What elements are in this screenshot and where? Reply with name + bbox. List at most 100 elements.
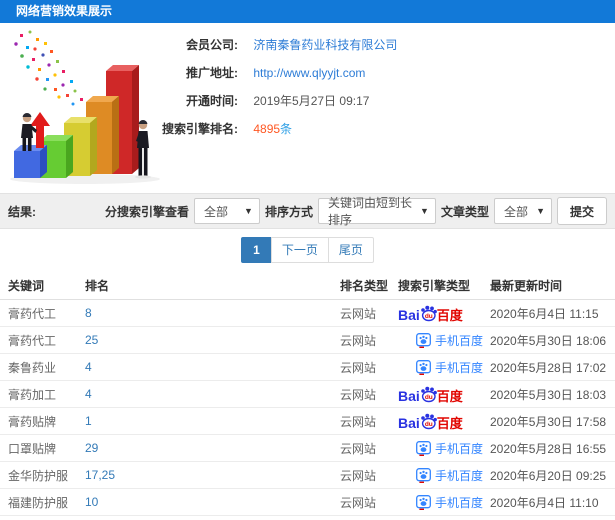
chevron-down-icon: ▼ <box>244 206 253 216</box>
baidu-pc-logo: Bai du 百度 <box>398 413 463 431</box>
sort-filter-select[interactable]: 关键词由短到长排序 ▼ <box>317 196 436 227</box>
member-info: 会员公司: 济南秦鲁药业科技有限公司 推广地址: http://www.qlyy… <box>118 31 397 143</box>
table-row: 福建防护服 10 云网站 Bai du 百度 手机百度 <box>0 489 615 516</box>
page-1-button[interactable]: 1 <box>241 237 272 263</box>
engine-cell: Bai du 百度 手机百度 <box>398 386 490 403</box>
mobile-baidu-icon <box>416 494 431 510</box>
rank-link[interactable]: 29 <box>85 441 98 455</box>
mobile-baidu-icon <box>416 467 431 483</box>
article-type-label: 文章类型 <box>440 204 489 219</box>
result-label: 结果: <box>8 204 36 219</box>
engine-filter-select[interactable]: 全部 ▼ <box>193 198 260 224</box>
rank-type-cell: 云网站 <box>340 333 377 348</box>
info-row-open-time: 开通时间: 2019年5月27日 09:17 <box>118 87 397 115</box>
engine-cell: Bai du 百度 手机百度 <box>398 467 490 484</box>
mobile-baidu-icon <box>416 359 431 375</box>
confetti-dots <box>14 30 83 106</box>
company-label: 会员公司: <box>186 38 238 52</box>
engine-cell: Bai du 百度 手机百度 <box>398 494 490 511</box>
col-keyword: 关键词 <box>8 279 45 293</box>
engine-cell: Bai du 百度 手机百度 <box>398 305 490 322</box>
article-type-value: 全部 <box>503 204 528 219</box>
open-time-label: 开通时间: <box>186 94 238 108</box>
open-time-value: 2019年5月27日 09:17 <box>253 94 370 108</box>
baidu-pc-logo: Bai du 百度 <box>398 386 463 404</box>
table-row: 口罩贴牌 29 云网站 Bai du 百度 手机百度 <box>0 435 615 462</box>
baidu-mobile-logo: 手机百度 <box>416 359 483 376</box>
updated-time-cell: 2020年5月30日 18:06 <box>490 333 607 348</box>
chevron-down-icon: ▼ <box>420 206 429 216</box>
baidu-pc-logo: Bai du 百度 <box>398 305 463 323</box>
updated-time-cell: 2020年5月28日 16:55 <box>490 441 607 456</box>
table-row: 金华防护服 17,25 云网站 Bai du 百度 手机百度 <box>0 462 615 489</box>
page-title: 网络营销效果展示 <box>16 4 113 18</box>
last-page-button[interactable]: 尾页 <box>327 237 374 263</box>
rank-type-cell: 云网站 <box>340 387 377 402</box>
baidu-paw-icon: du <box>420 305 437 321</box>
rank-link[interactable]: 17,25 <box>85 468 115 482</box>
rank-type-cell: 云网站 <box>340 441 377 456</box>
keyword-cell: 秦鲁药业 <box>8 360 57 375</box>
mobile-baidu-icon <box>416 440 431 456</box>
keyword-cell: 金华防护服 <box>8 468 69 483</box>
updated-time-cell: 2020年6月20日 09:25 <box>490 468 607 483</box>
baidu-paw-icon: du <box>420 413 437 429</box>
updated-time-cell: 2020年6月4日 11:10 <box>490 495 599 510</box>
info-row-url: 推广地址: http://www.qlyyjt.com <box>118 59 397 87</box>
keyword-cell: 口罩贴牌 <box>8 441 57 456</box>
table-row: 膏药代工 8 云网站 Bai du 百度 手机百度 <box>0 300 615 327</box>
sort-filter-label: 排序方式 <box>264 204 313 219</box>
info-row-company: 会员公司: 济南秦鲁药业科技有限公司 <box>118 31 397 59</box>
engine-filter-value: 全部 <box>203 204 228 219</box>
pagination: 1 下一页 尾页 <box>0 237 615 263</box>
engine-filter-label: 分搜索引擎查看 <box>104 204 189 219</box>
updated-time-cell: 2020年5月30日 18:03 <box>490 387 607 402</box>
rank-type-cell: 云网站 <box>340 306 377 321</box>
promo-url-link[interactable]: http://www.qlyyjt.com <box>253 66 365 80</box>
table-row: 膏药加工 4 云网站 Bai du 百度 手机百度 <box>0 381 615 408</box>
engine-cell: Bai du 百度 手机百度 <box>398 359 490 376</box>
col-rank-type: 排名类型 <box>340 279 389 293</box>
baidu-mobile-logo: 手机百度 <box>416 467 483 484</box>
rank-link[interactable]: 8 <box>85 306 92 320</box>
next-page-button[interactable]: 下一页 <box>270 237 329 263</box>
rank-link[interactable]: 25 <box>85 333 98 347</box>
rank-type-cell: 云网站 <box>340 495 377 510</box>
baidu-paw-icon: du <box>420 386 437 402</box>
svg-text:du: du <box>425 313 433 320</box>
rank-type-cell: 云网站 <box>340 360 377 375</box>
rank-count-suffix: 条 <box>280 122 293 136</box>
rank-link[interactable]: 4 <box>85 360 92 374</box>
rank-link[interactable]: 4 <box>85 387 92 401</box>
filter-bar: 结果: 分搜索引擎查看 全部 ▼ 排序方式 关键词由短到长排序 ▼ 文章类型 全… <box>0 193 615 229</box>
table-row: Bai du 百度 手机百度 <box>0 516 615 520</box>
article-type-select[interactable]: 全部 ▼ <box>493 198 552 224</box>
engine-cell: Bai du 百度 手机百度 <box>398 413 490 430</box>
table-header-row: 关键词 排名 排名类型 搜索引擎类型 最新更新时间 <box>0 272 615 300</box>
keyword-cell: 膏药加工 <box>8 387 57 402</box>
rank-type-cell: 云网站 <box>340 468 377 483</box>
submit-button[interactable]: 提交 <box>556 197 607 225</box>
rank-link[interactable]: 10 <box>85 495 98 509</box>
page-title-bar: 网络营销效果展示 <box>0 0 615 23</box>
keyword-cell: 膏药代工 <box>8 333 57 348</box>
rank-count-label: 搜索引擎排名: <box>162 122 238 136</box>
col-updated: 最新更新时间 <box>490 279 563 293</box>
updated-time-cell: 2020年5月28日 17:02 <box>490 360 607 375</box>
summary-section: 会员公司: 济南秦鲁药业科技有限公司 推广地址: http://www.qlyy… <box>0 23 615 191</box>
keyword-cell: 福建防护服 <box>8 495 69 510</box>
baidu-mobile-logo: 手机百度 <box>416 440 483 457</box>
promo-url-label: 推广地址: <box>186 66 238 80</box>
updated-time-cell: 2020年5月30日 17:58 <box>490 414 607 429</box>
mobile-baidu-icon <box>416 332 431 348</box>
rank-link[interactable]: 1 <box>85 414 92 428</box>
info-row-rank-count: 搜索引擎排名: 4895条 <box>118 115 397 143</box>
keyword-cell: 膏药贴牌 <box>8 414 57 429</box>
svg-text:du: du <box>425 394 433 401</box>
company-link[interactable]: 济南秦鲁药业科技有限公司 <box>253 38 397 52</box>
engine-cell: Bai du 百度 手机百度 <box>398 332 490 349</box>
filter-controls: 分搜索引擎查看 全部 ▼ 排序方式 关键词由短到长排序 ▼ 文章类型 全部 ▼ … <box>104 196 607 227</box>
svg-text:du: du <box>425 421 433 428</box>
baidu-mobile-logo: 手机百度 <box>416 332 483 349</box>
engine-cell: Bai du 百度 手机百度 <box>398 440 490 457</box>
